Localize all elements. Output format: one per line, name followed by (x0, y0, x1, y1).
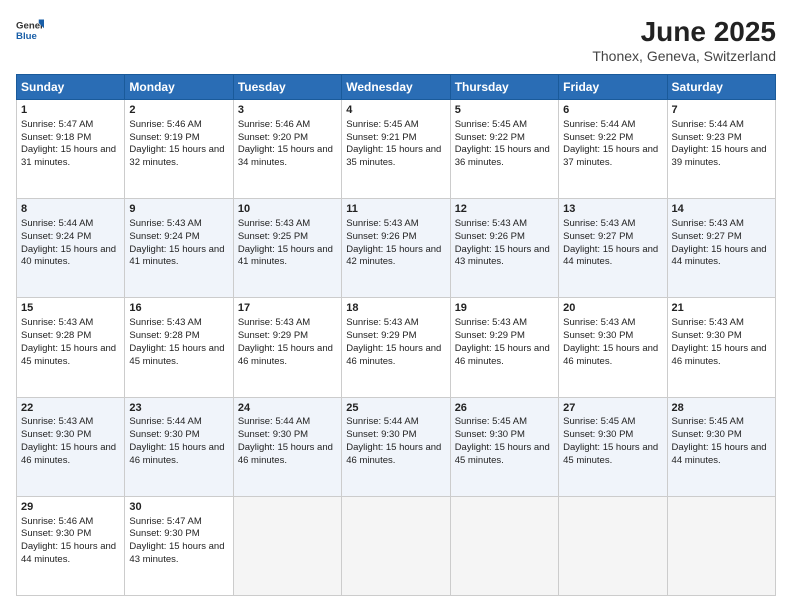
calendar-day-10: 10Sunrise: 5:43 AMSunset: 9:25 PMDayligh… (233, 199, 341, 298)
calendar-day-12: 12Sunrise: 5:43 AMSunset: 9:26 PMDayligh… (450, 199, 558, 298)
calendar-page: General Blue June 2025 Thonex, Geneva, S… (0, 0, 792, 612)
calendar-week-5: 29Sunrise: 5:46 AMSunset: 9:30 PMDayligh… (17, 496, 776, 595)
logo: General Blue (16, 16, 44, 44)
calendar-table: SundayMondayTuesdayWednesdayThursdayFrid… (16, 74, 776, 596)
calendar-title: June 2025 (592, 16, 776, 48)
calendar-day-13: 13Sunrise: 5:43 AMSunset: 9:27 PMDayligh… (559, 199, 667, 298)
calendar-day-23: 23Sunrise: 5:44 AMSunset: 9:30 PMDayligh… (125, 397, 233, 496)
calendar-day-7: 7Sunrise: 5:44 AMSunset: 9:23 PMDaylight… (667, 100, 775, 199)
calendar-subtitle: Thonex, Geneva, Switzerland (592, 48, 776, 64)
calendar-day-16: 16Sunrise: 5:43 AMSunset: 9:28 PMDayligh… (125, 298, 233, 397)
logo-icon: General Blue (16, 16, 44, 44)
calendar-day-15: 15Sunrise: 5:43 AMSunset: 9:28 PMDayligh… (17, 298, 125, 397)
calendar-day-11: 11Sunrise: 5:43 AMSunset: 9:26 PMDayligh… (342, 199, 450, 298)
svg-text:Blue: Blue (16, 31, 37, 42)
page-header: General Blue June 2025 Thonex, Geneva, S… (16, 16, 776, 64)
col-header-thursday: Thursday (450, 75, 558, 100)
col-header-tuesday: Tuesday (233, 75, 341, 100)
col-header-sunday: Sunday (17, 75, 125, 100)
empty-cell (342, 496, 450, 595)
calendar-day-19: 19Sunrise: 5:43 AMSunset: 9:29 PMDayligh… (450, 298, 558, 397)
title-block: June 2025 Thonex, Geneva, Switzerland (592, 16, 776, 64)
empty-cell (559, 496, 667, 595)
empty-cell (450, 496, 558, 595)
calendar-day-27: 27Sunrise: 5:45 AMSunset: 9:30 PMDayligh… (559, 397, 667, 496)
calendar-day-18: 18Sunrise: 5:43 AMSunset: 9:29 PMDayligh… (342, 298, 450, 397)
col-header-monday: Monday (125, 75, 233, 100)
col-header-saturday: Saturday (667, 75, 775, 100)
calendar-day-4: 4Sunrise: 5:45 AMSunset: 9:21 PMDaylight… (342, 100, 450, 199)
calendar-day-25: 25Sunrise: 5:44 AMSunset: 9:30 PMDayligh… (342, 397, 450, 496)
calendar-day-9: 9Sunrise: 5:43 AMSunset: 9:24 PMDaylight… (125, 199, 233, 298)
calendar-week-3: 15Sunrise: 5:43 AMSunset: 9:28 PMDayligh… (17, 298, 776, 397)
calendar-day-3: 3Sunrise: 5:46 AMSunset: 9:20 PMDaylight… (233, 100, 341, 199)
calendar-day-30: 30Sunrise: 5:47 AMSunset: 9:30 PMDayligh… (125, 496, 233, 595)
calendar-day-21: 21Sunrise: 5:43 AMSunset: 9:30 PMDayligh… (667, 298, 775, 397)
col-header-wednesday: Wednesday (342, 75, 450, 100)
calendar-week-1: 1Sunrise: 5:47 AMSunset: 9:18 PMDaylight… (17, 100, 776, 199)
calendar-day-28: 28Sunrise: 5:45 AMSunset: 9:30 PMDayligh… (667, 397, 775, 496)
calendar-day-17: 17Sunrise: 5:43 AMSunset: 9:29 PMDayligh… (233, 298, 341, 397)
calendar-day-8: 8Sunrise: 5:44 AMSunset: 9:24 PMDaylight… (17, 199, 125, 298)
calendar-day-29: 29Sunrise: 5:46 AMSunset: 9:30 PMDayligh… (17, 496, 125, 595)
calendar-day-6: 6Sunrise: 5:44 AMSunset: 9:22 PMDaylight… (559, 100, 667, 199)
empty-cell (233, 496, 341, 595)
calendar-day-22: 22Sunrise: 5:43 AMSunset: 9:30 PMDayligh… (17, 397, 125, 496)
calendar-week-2: 8Sunrise: 5:44 AMSunset: 9:24 PMDaylight… (17, 199, 776, 298)
calendar-day-24: 24Sunrise: 5:44 AMSunset: 9:30 PMDayligh… (233, 397, 341, 496)
empty-cell (667, 496, 775, 595)
calendar-day-5: 5Sunrise: 5:45 AMSunset: 9:22 PMDaylight… (450, 100, 558, 199)
calendar-day-26: 26Sunrise: 5:45 AMSunset: 9:30 PMDayligh… (450, 397, 558, 496)
calendar-day-14: 14Sunrise: 5:43 AMSunset: 9:27 PMDayligh… (667, 199, 775, 298)
calendar-week-4: 22Sunrise: 5:43 AMSunset: 9:30 PMDayligh… (17, 397, 776, 496)
calendar-day-1: 1Sunrise: 5:47 AMSunset: 9:18 PMDaylight… (17, 100, 125, 199)
col-header-friday: Friday (559, 75, 667, 100)
calendar-day-2: 2Sunrise: 5:46 AMSunset: 9:19 PMDaylight… (125, 100, 233, 199)
calendar-day-20: 20Sunrise: 5:43 AMSunset: 9:30 PMDayligh… (559, 298, 667, 397)
